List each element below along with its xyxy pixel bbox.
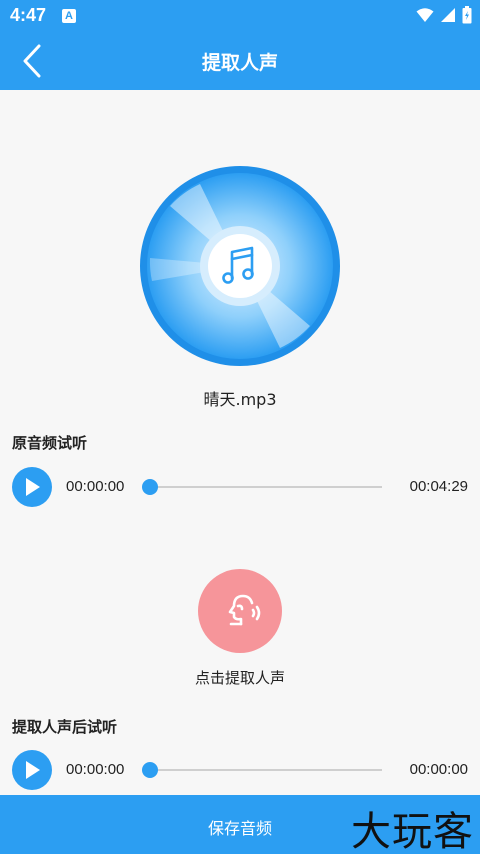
disc-artwork: [140, 166, 340, 366]
play-icon: [26, 761, 40, 779]
status-time: 4:47: [10, 5, 47, 25]
extracted-seek-thumb[interactable]: [142, 762, 158, 778]
original-preview-title: 原音频试听: [12, 434, 88, 452]
extracted-preview-title: 提取人声后试听: [12, 718, 118, 736]
original-seek-thumb[interactable]: [142, 479, 158, 495]
notification-icon: A: [62, 9, 76, 23]
extracted-current-time: 00:00:00: [66, 761, 125, 778]
battery-icon: [462, 6, 472, 24]
page-title: 提取人声: [201, 52, 278, 74]
original-total-time: 00:04:29: [409, 478, 468, 495]
status-icons: [416, 6, 472, 24]
wifi-icon: [416, 8, 434, 22]
play-icon: [26, 478, 40, 496]
status-bar: 4:47 A: [0, 0, 480, 32]
signal-icon: [441, 8, 455, 22]
extracted-play-button[interactable]: [12, 750, 52, 790]
extracted-total-time: 00:00:00: [409, 761, 468, 778]
voice-speaking-icon: [228, 594, 261, 626]
original-audio-player: 00:00:00 00:04:29: [12, 467, 468, 507]
watermark-text: 大玩客: [351, 809, 474, 854]
original-play-button[interactable]: [12, 467, 52, 507]
save-audio-button[interactable]: 保存音频 大玩客: [0, 795, 480, 854]
extract-voice-label: 点击提取人声: [194, 669, 285, 687]
extracted-audio-player: 00:00:00 00:00:00: [12, 750, 468, 790]
extract-voice-button[interactable]: [198, 569, 282, 653]
file-name: 晴天.mp3: [203, 390, 277, 409]
original-seek-bar[interactable]: [142, 479, 382, 495]
extracted-seek-bar[interactable]: [142, 762, 382, 778]
app-bar: 提取人声: [0, 32, 480, 90]
original-current-time: 00:00:00: [66, 478, 125, 495]
